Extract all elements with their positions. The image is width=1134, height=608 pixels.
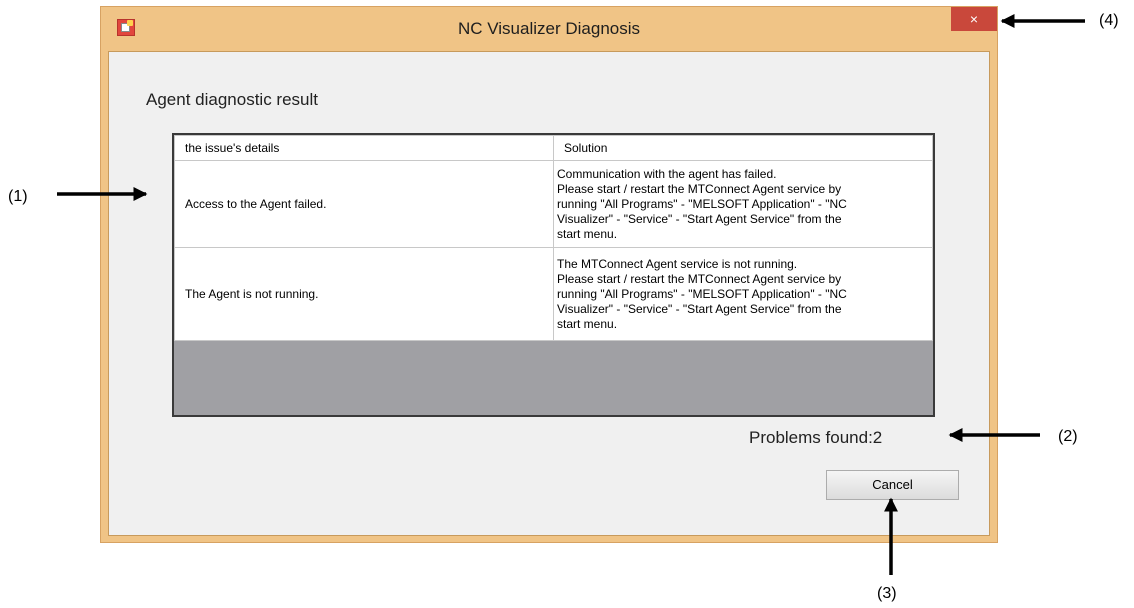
callout-arrows <box>57 13 1085 575</box>
